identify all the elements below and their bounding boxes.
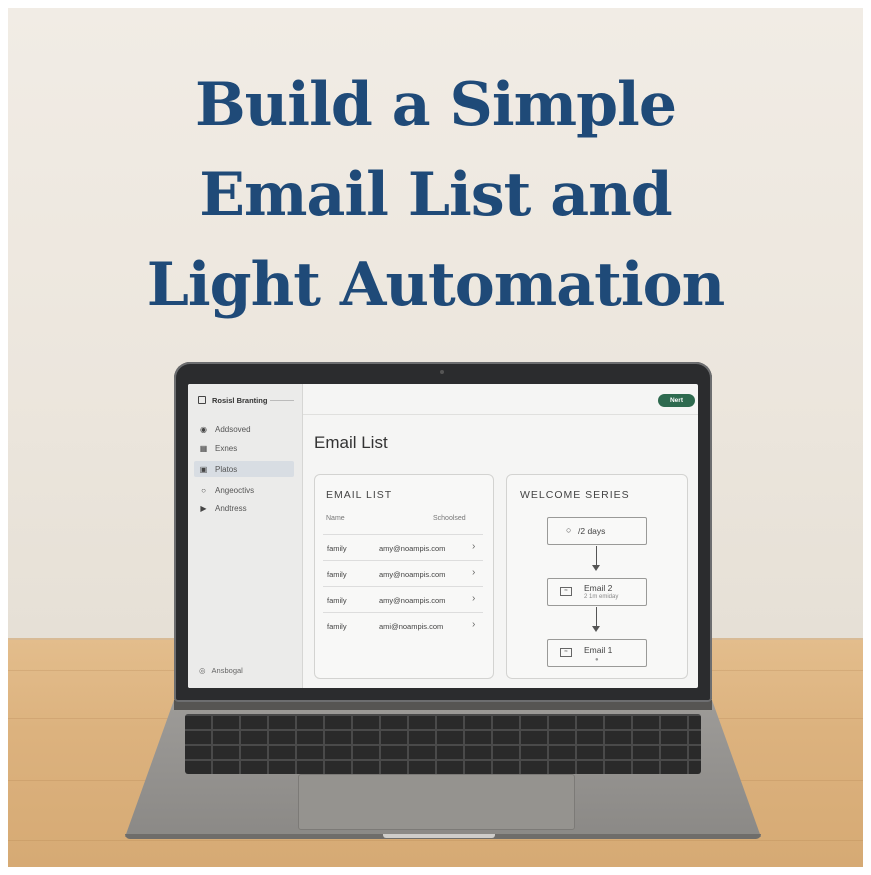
photo-frame: Build a Simple Email List and Light Auto… — [8, 8, 863, 867]
sidebar-item-label: Angeoctivs — [215, 485, 255, 495]
brand-logo-icon — [198, 396, 206, 404]
camera-icon — [440, 370, 444, 374]
play-icon: ▶ — [200, 503, 207, 513]
sidebar-footer-label: Ansbogal — [211, 666, 243, 675]
pin-icon: ● — [595, 657, 599, 663]
email-list-card: EMAIL LIST Name Schoolsed family amy@noa… — [314, 474, 494, 679]
arrow-down-icon — [592, 626, 600, 632]
settings-icon: ◎ — [199, 666, 206, 675]
welcome-series-title: WELCOME SERIES — [520, 489, 630, 501]
list-item[interactable]: family amy@noampis.com › — [323, 534, 483, 560]
sidebar-item-label: Addsoved — [215, 424, 251, 434]
sidebar-item-label: Andtress — [215, 503, 247, 513]
sidebar-item-label: Exnes — [215, 443, 238, 453]
flow-connector — [596, 546, 597, 566]
contact-name: family — [327, 622, 347, 631]
next-button[interactable]: Nert — [658, 394, 695, 407]
contact-name: family — [327, 596, 347, 605]
page-title: Email List — [314, 433, 388, 452]
email-1-step[interactable]: ≈ Email 1 ● — [547, 639, 647, 667]
contact-email: ami@noampis.com — [379, 622, 444, 631]
sidebar: Rosisl Branting ◉ Addsoved ▦ Exnes ▣ Pla… — [188, 384, 303, 688]
list-item[interactable]: family amy@noampis.com › — [323, 586, 483, 612]
headline-line-1: Build a Simple — [194, 70, 677, 140]
step-title: Email 1 — [584, 645, 613, 655]
laptop-lid: Rosisl Branting ◉ Addsoved ▦ Exnes ▣ Pla… — [174, 362, 712, 702]
laptop-notch — [383, 834, 495, 838]
arrow-down-icon — [592, 565, 600, 571]
headline-line-2: Email List and — [199, 160, 672, 230]
wood-grain — [8, 840, 863, 841]
step-title: Email 2 — [584, 583, 613, 593]
chevron-right-icon: › — [472, 541, 476, 552]
contact-name: family — [327, 544, 347, 553]
contact-name: family — [327, 570, 347, 579]
laptop-screen: Rosisl Branting ◉ Addsoved ▦ Exnes ▣ Pla… — [188, 384, 698, 688]
sidebar-footer[interactable]: ◎ Ansbogal — [199, 666, 243, 675]
folder-icon: ▣ — [199, 464, 208, 474]
column-header-schoolsed: Schoolsed — [433, 515, 466, 522]
sidebar-item-platos[interactable]: ▣ Platos — [194, 461, 294, 477]
step-subtitle: 2 1m emiday — [584, 594, 619, 600]
headline: Build a Simple Email List and Light Auto… — [8, 60, 863, 330]
grid-icon: ▦ — [199, 443, 208, 453]
contact-email: amy@noampis.com — [379, 570, 446, 579]
badge-icon: ◉ — [200, 424, 207, 434]
envelope-icon: ≈ — [560, 648, 572, 657]
step-title: /2 days — [578, 526, 606, 536]
contact-email: amy@noampis.com — [379, 596, 446, 605]
chevron-right-icon: › — [472, 593, 476, 604]
contact-email: amy@noampis.com — [379, 544, 446, 553]
sidebar-item-angeoctivs[interactable]: ○ Angeoctivs — [194, 482, 294, 498]
welcome-series-card: WELCOME SERIES ○ /2 days ≈ Email 2 2 1m … — [506, 474, 688, 679]
divider — [270, 400, 294, 401]
column-header-name: Name — [326, 515, 345, 522]
delay-step[interactable]: ○ /2 days — [547, 517, 647, 545]
list-item[interactable]: family ami@noampis.com › — [323, 612, 483, 638]
laptop-keyboard — [185, 714, 701, 774]
envelope-icon: ≈ — [560, 587, 572, 596]
circle-icon: ○ — [201, 485, 206, 495]
sidebar-item-label: Platos — [215, 464, 238, 474]
top-bar — [303, 384, 698, 415]
email-list-title: EMAIL LIST — [326, 489, 393, 501]
list-item[interactable]: family amy@noampis.com › — [323, 560, 483, 586]
laptop-trackpad — [298, 774, 575, 830]
sidebar-item-addsoved[interactable]: ◉ Addsoved — [194, 421, 294, 437]
flow-connector — [596, 607, 597, 627]
sidebar-item-exnes[interactable]: ▦ Exnes — [194, 440, 294, 456]
brand-name: Rosisl Branting — [212, 395, 268, 405]
brand: Rosisl Branting — [198, 393, 267, 407]
chevron-right-icon: › — [472, 567, 476, 578]
headline-line-3: Light Automation — [146, 250, 726, 320]
clock-icon: ○ — [566, 525, 572, 535]
chevron-right-icon: › — [472, 619, 476, 630]
email-2-step[interactable]: ≈ Email 2 2 1m emiday — [547, 578, 647, 606]
sidebar-item-andtress[interactable]: ▶ Andtress — [194, 500, 294, 516]
